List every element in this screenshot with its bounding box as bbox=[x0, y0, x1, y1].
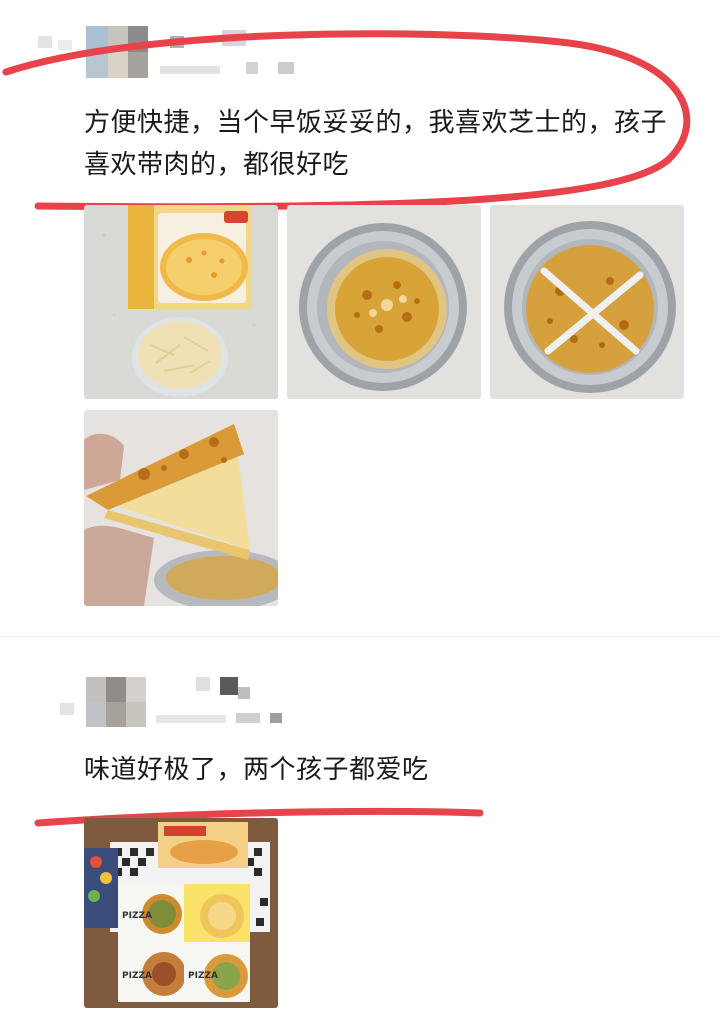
review-text: 味道好极了，两个孩子都爱吃 bbox=[84, 755, 429, 785]
sliced-pizza-in-foil-tray-photo bbox=[490, 205, 684, 399]
reviewer-meta bbox=[148, 677, 288, 727]
avatar[interactable] bbox=[86, 677, 146, 727]
reviewer-meta bbox=[150, 30, 300, 80]
review-photo-pizza-slice[interactable] bbox=[84, 410, 278, 606]
pizza-box-label: PIZZA bbox=[122, 971, 152, 981]
review-card: 方便快捷，当个早饭妥妥的，我喜欢芝士的，孩子喜欢带肉的，都很好吃 bbox=[0, 0, 720, 636]
review-photo-pizza-tray[interactable] bbox=[287, 205, 481, 399]
review-text: 方便快捷，当个早饭妥妥的，我喜欢芝士的，孩子喜欢带肉的，都很好吃 bbox=[84, 108, 668, 180]
review-photo-box-and-cheese[interactable] bbox=[84, 205, 278, 399]
review-card: 味道好极了，两个孩子都爱吃 PIZZA PIZZA PIZZA bbox=[0, 637, 720, 1032]
pizza-slice-in-hand-photo bbox=[84, 410, 278, 606]
pizza-box-label: PIZZA bbox=[122, 911, 152, 921]
review-photo-sliced-pizza[interactable] bbox=[490, 205, 684, 399]
pizza-in-foil-tray-photo bbox=[287, 205, 481, 399]
pizza-boxes-photo: PIZZA PIZZA PIZZA bbox=[84, 818, 278, 1008]
reviewer-name bbox=[60, 703, 80, 717]
pizza-box-label: PIZZA bbox=[188, 971, 218, 981]
avatar[interactable] bbox=[86, 26, 148, 78]
reviewer-name bbox=[38, 36, 78, 50]
review-photo-pizza-boxes[interactable]: PIZZA PIZZA PIZZA bbox=[84, 818, 278, 1008]
pizza-box-and-cheese-photo bbox=[84, 205, 278, 399]
